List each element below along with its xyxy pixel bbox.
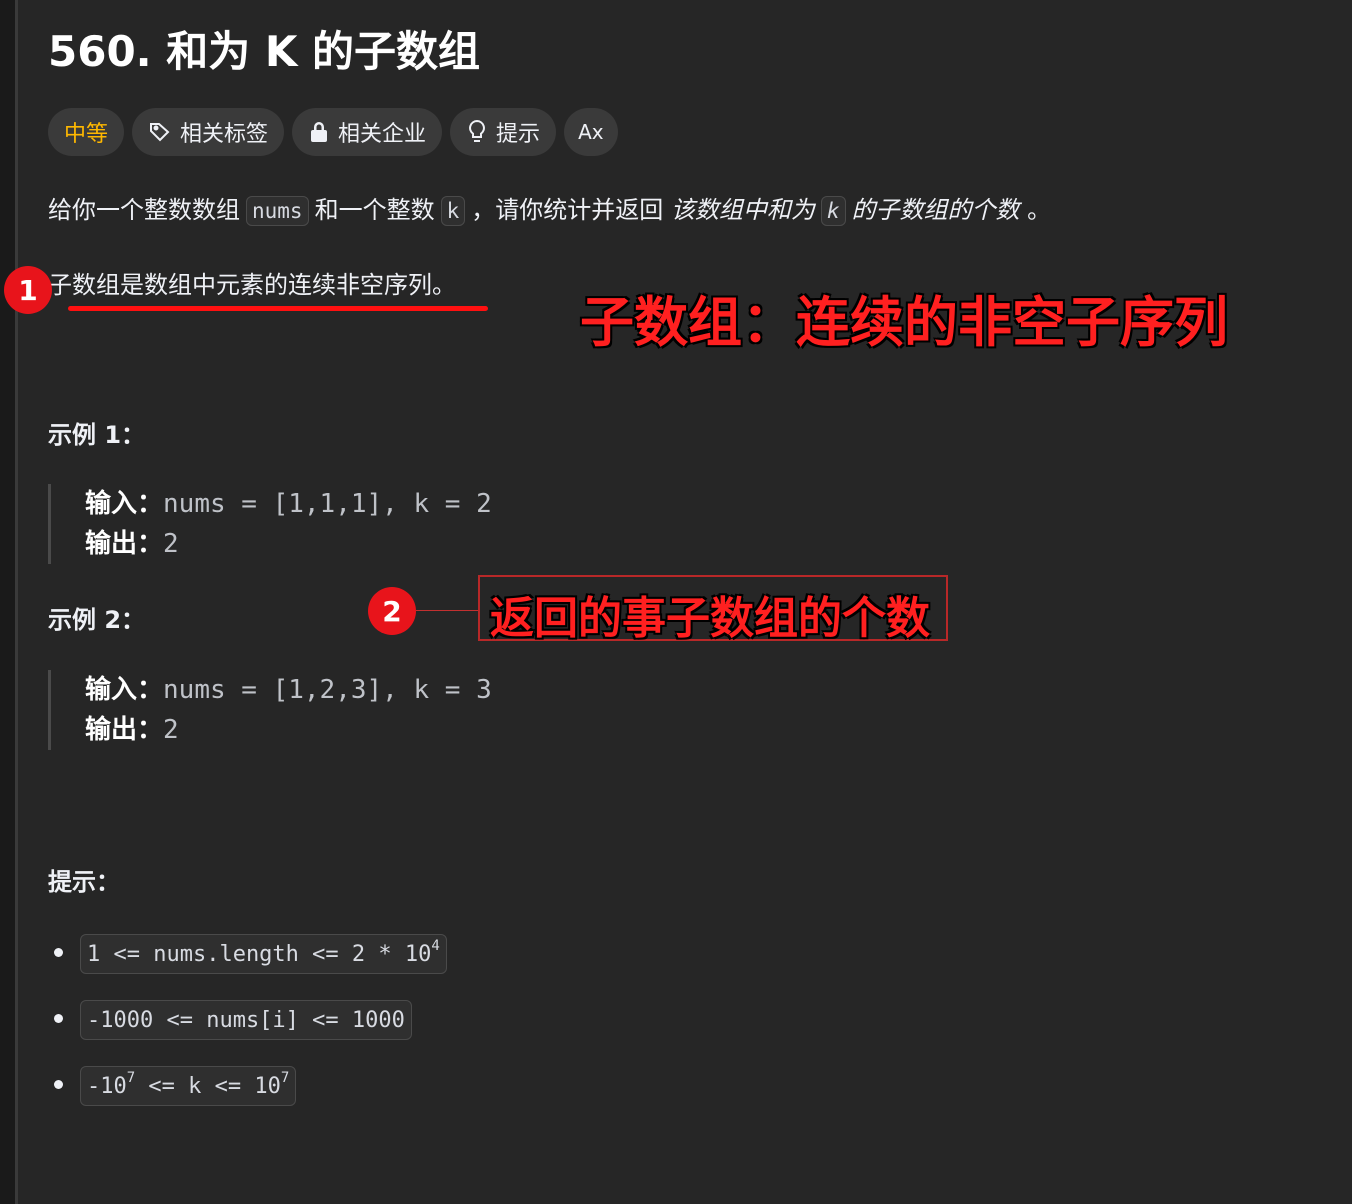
example-1-title: 示例 1：	[48, 421, 146, 449]
output-value: 2	[163, 529, 179, 559]
hint-label: 提示	[496, 122, 541, 147]
panel-resize-handle[interactable]	[15, 0, 18, 1204]
annotation-note-2: 返回的事子数组的个数	[490, 593, 930, 644]
example-2-input: 输入：nums = [1,2,3], k = 3	[85, 670, 492, 710]
example-2-output: 输出：2	[85, 710, 492, 750]
difficulty-label: 中等	[64, 122, 109, 147]
constraint-code: -10 7 <= k <= 10 7	[80, 1066, 297, 1106]
inline-code-k: k	[440, 196, 466, 226]
output-label: 输出：	[85, 715, 164, 745]
annotation-connector	[416, 610, 478, 611]
example-2-title: 示例 2：	[48, 606, 146, 634]
output-label: 输出：	[85, 529, 164, 559]
annotation-badge-1: 1	[4, 266, 52, 314]
constraint-exponent: 7	[280, 1070, 290, 1086]
input-label: 输入：	[85, 675, 164, 705]
lightbulb-icon	[466, 119, 488, 145]
input-label: 输入：	[85, 489, 164, 519]
constraint-code: 1 <= nums.length <= 2 * 10 4	[80, 934, 447, 974]
related-companies-button[interactable]: 相关企业	[292, 108, 443, 156]
statement-text: ，请你统计并返回	[471, 196, 664, 224]
bullet	[54, 948, 63, 957]
example-1-block: 输入：nums = [1,1,1], k = 2 输出：2	[48, 484, 492, 564]
statement-emphasis: 的子数组的个数	[851, 196, 1020, 224]
example-1-input: 输入：nums = [1,1,1], k = 2	[85, 484, 492, 524]
constraint-code: -1000 <= nums[i] <= 1000	[80, 1000, 412, 1040]
statement-emphasis: 该数组中和为	[670, 196, 815, 224]
tag-icon	[148, 120, 172, 144]
constraint-text: -10	[87, 1073, 127, 1099]
related-companies-label: 相关企业	[338, 122, 427, 147]
hint-button[interactable]: 提示	[450, 108, 557, 156]
annotation-underline	[68, 306, 488, 311]
statement-text: 。	[1027, 196, 1052, 224]
problem-description: 560. 和为 K 的子数组 中等 相关标签 相关企业 提示 Ax 给你一个整数…	[4, 0, 1352, 1204]
constraint-text: <= k <= 10	[135, 1073, 281, 1099]
bullet	[54, 1080, 63, 1089]
annotation-note-1: 子数组：连续的非空子序列	[580, 291, 1228, 354]
bullet	[54, 1014, 63, 1023]
translate-button[interactable]: Ax	[564, 108, 618, 156]
statement-text: 和一个整数	[314, 196, 435, 224]
constraint-exponent: 4	[431, 938, 440, 954]
output-value: 2	[163, 715, 179, 745]
problem-tags: 中等 相关标签 相关企业 提示 Ax	[48, 108, 618, 156]
input-value: nums = [1,2,3], k = 3	[163, 675, 492, 705]
constraint-text: 1 <= nums.length <= 2 * 10	[87, 941, 432, 967]
inline-code-k: k	[820, 196, 846, 226]
difficulty-badge: 中等	[48, 108, 125, 156]
example-1-output: 输出：2	[85, 524, 492, 564]
annotation-badge-2: 2	[368, 587, 416, 635]
constraints-title: 提示：	[48, 868, 120, 896]
translate-icon: Ax	[578, 120, 604, 144]
subarray-definition: 子数组是数组中元素的连续非空序列。	[48, 271, 456, 299]
statement-text: 给你一个整数数组	[48, 196, 240, 224]
constraint-exponent: 7	[126, 1070, 136, 1086]
constraint-text: -1000 <= nums[i] <= 1000	[87, 1007, 405, 1033]
related-tags-label: 相关标签	[180, 122, 269, 147]
problem-statement: 给你一个整数数组 nums 和一个整数 k ，请你统计并返回 该数组中和为 k 的子数组的个…	[48, 190, 1051, 231]
related-tags-button[interactable]: 相关标签	[132, 108, 285, 156]
problem-title[interactable]: 560. 和为 K 的子数组	[48, 18, 480, 79]
inline-code-nums: nums	[246, 196, 309, 226]
input-value: nums = [1,1,1], k = 2	[163, 489, 492, 519]
left-panel-strip	[0, 0, 15, 1204]
example-2-block: 输入：nums = [1,2,3], k = 3 输出：2	[48, 670, 492, 750]
lock-icon	[308, 120, 330, 144]
